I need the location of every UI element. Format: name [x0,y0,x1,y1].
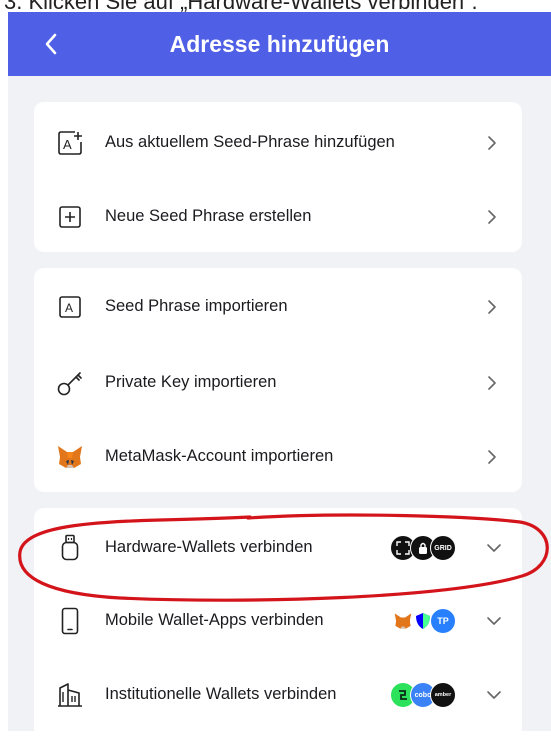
chevron-down-icon [484,611,504,631]
page-title: Adresse hinzufügen [169,31,390,57]
chevron-down-icon [484,685,504,705]
amber-badge: amber [430,682,456,708]
mobile-wallet-badges: TP [390,608,460,634]
chevron-down-icon [484,538,504,558]
usb-device-icon [56,534,84,562]
svg-text:A: A [63,137,72,152]
svg-text:A: A [65,301,73,315]
connect-institutional-row[interactable]: Institutionelle Wallets verbinden cobo a… [34,665,522,725]
card-import: A Seed Phrase importieren Private Key im… [34,268,522,492]
connect-institutional-label: Institutionelle Wallets verbinden [105,685,337,703]
import-seed-label: Seed Phrase importieren [105,297,288,315]
gridplus-badge-text: GRID [434,544,452,552]
institutional-wallet-badges: cobo amber [390,682,460,708]
instruction-caption: 3. Klicken Sie auf „Hardware-Wallets ver… [0,0,551,12]
tokenpocket-badge: TP [430,608,456,634]
letter-a-plus-icon: A [56,129,84,157]
gridplus-badge: GRID [430,535,456,561]
add-from-current-seed-row[interactable]: A Aus aktuellem Seed-Phrase hinzufügen [34,113,522,173]
connect-hardware-row[interactable]: Hardware-Wallets verbinden GRID [34,518,522,578]
chevron-right-icon [484,133,500,153]
content-area: A Aus aktuellem Seed-Phrase hinzufügen N… [8,76,551,738]
tokenpocket-badge-text: TP [437,616,449,626]
smartphone-icon [56,607,84,635]
import-private-key-label: Private Key importieren [105,373,277,391]
card-connect: Hardware-Wallets verbinden GRID Mobile W… [34,508,522,738]
cobo-badge-text: cobo [414,691,432,699]
chevron-right-icon [484,447,500,467]
chevron-right-icon [484,297,500,317]
card-create: A Aus aktuellem Seed-Phrase hinzufügen N… [34,102,522,252]
import-metamask-row[interactable]: MetaMask-Account importieren [34,427,522,487]
import-private-key-row[interactable]: Private Key importieren [34,353,522,413]
create-new-seed-label: Neue Seed Phrase erstellen [105,207,312,225]
metamask-fox-icon [56,443,84,471]
amber-badge-text: amber [434,692,452,698]
building-icon [56,681,84,709]
import-seed-row[interactable]: A Seed Phrase importieren [34,277,522,337]
instruction-caption-text: 3. Klicken Sie auf „Hardware-Wallets ver… [4,0,478,12]
connect-mobile-label: Mobile Wallet-Apps verbinden [105,611,324,629]
import-metamask-label: MetaMask-Account importieren [105,447,334,465]
add-from-current-seed-label: Aus aktuellem Seed-Phrase hinzufügen [105,133,395,151]
app-header: Adresse hinzufügen [8,12,551,76]
plus-square-icon [56,203,84,231]
key-icon [56,369,84,397]
chevron-right-icon [484,207,500,227]
create-new-seed-row[interactable]: Neue Seed Phrase erstellen [34,187,522,247]
connect-hardware-label: Hardware-Wallets verbinden [105,538,313,556]
connect-mobile-row[interactable]: Mobile Wallet-Apps verbinden TP [34,591,522,651]
hardware-wallet-badges: GRID [390,535,460,561]
chevron-right-icon [484,373,500,393]
letter-a-square-icon: A [56,293,84,321]
